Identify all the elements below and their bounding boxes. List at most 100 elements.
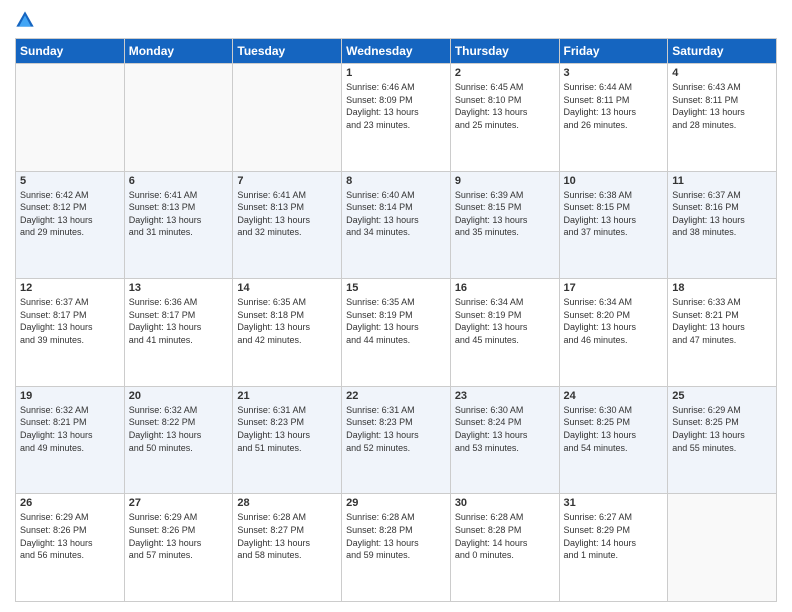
day-number: 12	[20, 282, 120, 294]
calendar-cell: 7Sunrise: 6:41 AM Sunset: 8:13 PM Daylig…	[233, 171, 342, 279]
day-number: 16	[455, 282, 555, 294]
calendar-table: SundayMondayTuesdayWednesdayThursdayFrid…	[15, 38, 777, 602]
day-info: Sunrise: 6:33 AM Sunset: 8:21 PM Dayligh…	[672, 296, 772, 346]
day-info: Sunrise: 6:39 AM Sunset: 8:15 PM Dayligh…	[455, 189, 555, 239]
day-info: Sunrise: 6:46 AM Sunset: 8:09 PM Dayligh…	[346, 81, 446, 131]
day-info: Sunrise: 6:42 AM Sunset: 8:12 PM Dayligh…	[20, 189, 120, 239]
calendar-cell: 12Sunrise: 6:37 AM Sunset: 8:17 PM Dayli…	[16, 279, 125, 387]
day-info: Sunrise: 6:31 AM Sunset: 8:23 PM Dayligh…	[237, 404, 337, 454]
day-info: Sunrise: 6:29 AM Sunset: 8:26 PM Dayligh…	[20, 511, 120, 561]
day-number: 25	[672, 390, 772, 402]
logo	[15, 10, 43, 30]
day-number: 4	[672, 67, 772, 79]
calendar-cell: 13Sunrise: 6:36 AM Sunset: 8:17 PM Dayli…	[124, 279, 233, 387]
day-number: 17	[564, 282, 664, 294]
calendar-cell: 29Sunrise: 6:28 AM Sunset: 8:28 PM Dayli…	[342, 494, 451, 602]
day-number: 21	[237, 390, 337, 402]
day-info: Sunrise: 6:38 AM Sunset: 8:15 PM Dayligh…	[564, 189, 664, 239]
day-number: 1	[346, 67, 446, 79]
day-info: Sunrise: 6:29 AM Sunset: 8:25 PM Dayligh…	[672, 404, 772, 454]
day-number: 26	[20, 497, 120, 509]
calendar-cell: 16 Sunrise: 6:34 AM Sunset: 8:19 PM Dayli…	[450, 279, 559, 387]
day-number: 6	[129, 175, 229, 187]
day-number: 14	[237, 282, 337, 294]
calendar-cell: 8 Sunrise: 6:40 AM Sunset: 8:14 PM Daylig…	[342, 171, 451, 279]
page: SundayMondayTuesdayWednesdayThursdayFrid…	[0, 0, 792, 612]
day-number: 11	[672, 175, 772, 187]
calendar-cell	[124, 64, 233, 172]
calendar-cell: 22 Sunrise: 6:31 AM Sunset: 8:23 PM Dayli…	[342, 386, 451, 494]
day-number: 19	[20, 390, 120, 402]
day-info: Sunrise: 6:37 AM Sunset: 8:16 PM Dayligh…	[672, 189, 772, 239]
day-info: Sunrise: 6:41 AM Sunset: 8:13 PM Dayligh…	[237, 189, 337, 239]
calendar-cell: 11 Sunrise: 6:37 AM Sunset: 8:16 PM Dayli…	[668, 171, 777, 279]
calendar-cell: 28Sunrise: 6:28 AM Sunset: 8:27 PM Dayli…	[233, 494, 342, 602]
calendar-cell: 9 Sunrise: 6:39 AM Sunset: 8:15 PM Daylig…	[450, 171, 559, 279]
day-number: 23	[455, 390, 555, 402]
day-info: Sunrise: 6:43 AM Sunset: 8:11 PM Dayligh…	[672, 81, 772, 131]
calendar-header-thursday: Thursday	[450, 39, 559, 64]
day-info: Sunrise: 6:40 AM Sunset: 8:14 PM Dayligh…	[346, 189, 446, 239]
calendar-cell: 17 Sunrise: 6:34 AM Sunset: 8:20 PM Dayli…	[559, 279, 668, 387]
day-info: Sunrise: 6:32 AM Sunset: 8:22 PM Dayligh…	[129, 404, 229, 454]
day-info: Sunrise: 6:28 AM Sunset: 8:28 PM Dayligh…	[455, 511, 555, 561]
calendar-cell: 18Sunrise: 6:33 AM Sunset: 8:21 PM Dayli…	[668, 279, 777, 387]
day-number: 2	[455, 67, 555, 79]
day-info: Sunrise: 6:34 AM Sunset: 8:20 PM Dayligh…	[564, 296, 664, 346]
day-number: 9	[455, 175, 555, 187]
calendar-cell: 1 Sunrise: 6:46 AM Sunset: 8:09 PM Daylig…	[342, 64, 451, 172]
calendar-cell: 6 Sunrise: 6:41 AM Sunset: 8:13 PM Daylig…	[124, 171, 233, 279]
calendar-cell: 21 Sunrise: 6:31 AM Sunset: 8:23 PM Dayli…	[233, 386, 342, 494]
day-number: 15	[346, 282, 446, 294]
calendar-cell: 24Sunrise: 6:30 AM Sunset: 8:25 PM Dayli…	[559, 386, 668, 494]
calendar-cell: 23 Sunrise: 6:30 AM Sunset: 8:24 PM Dayli…	[450, 386, 559, 494]
calendar-week-4: 19 Sunrise: 6:32 AM Sunset: 8:21 PM Dayli…	[16, 386, 777, 494]
day-info: Sunrise: 6:34 AM Sunset: 8:19 PM Dayligh…	[455, 296, 555, 346]
calendar-cell: 31 Sunrise: 6:27 AM Sunset: 8:29 PM Dayli…	[559, 494, 668, 602]
calendar-cell: 20 Sunrise: 6:32 AM Sunset: 8:22 PM Dayli…	[124, 386, 233, 494]
calendar-header-friday: Friday	[559, 39, 668, 64]
calendar-cell	[233, 64, 342, 172]
day-info: Sunrise: 6:36 AM Sunset: 8:17 PM Dayligh…	[129, 296, 229, 346]
calendar-cell: 14 Sunrise: 6:35 AM Sunset: 8:18 PM Dayli…	[233, 279, 342, 387]
calendar-header-monday: Monday	[124, 39, 233, 64]
calendar-header-tuesday: Tuesday	[233, 39, 342, 64]
day-info: Sunrise: 6:45 AM Sunset: 8:10 PM Dayligh…	[455, 81, 555, 131]
calendar-cell	[16, 64, 125, 172]
calendar-cell: 26 Sunrise: 6:29 AM Sunset: 8:26 PM Dayli…	[16, 494, 125, 602]
day-info: Sunrise: 6:27 AM Sunset: 8:29 PM Dayligh…	[564, 511, 664, 561]
calendar-cell: 4 Sunrise: 6:43 AM Sunset: 8:11 PM Daylig…	[668, 64, 777, 172]
calendar-cell: 19 Sunrise: 6:32 AM Sunset: 8:21 PM Dayli…	[16, 386, 125, 494]
calendar-week-1: 1 Sunrise: 6:46 AM Sunset: 8:09 PM Daylig…	[16, 64, 777, 172]
day-number: 20	[129, 390, 229, 402]
calendar-cell: 10 Sunrise: 6:38 AM Sunset: 8:15 PM Dayli…	[559, 171, 668, 279]
day-info: Sunrise: 6:30 AM Sunset: 8:25 PM Dayligh…	[564, 404, 664, 454]
calendar-header-wednesday: Wednesday	[342, 39, 451, 64]
calendar-cell: 30Sunrise: 6:28 AM Sunset: 8:28 PM Dayli…	[450, 494, 559, 602]
day-info: Sunrise: 6:30 AM Sunset: 8:24 PM Dayligh…	[455, 404, 555, 454]
day-info: Sunrise: 6:41 AM Sunset: 8:13 PM Dayligh…	[129, 189, 229, 239]
day-number: 10	[564, 175, 664, 187]
day-info: Sunrise: 6:31 AM Sunset: 8:23 PM Dayligh…	[346, 404, 446, 454]
logo-icon	[15, 10, 35, 30]
day-number: 3	[564, 67, 664, 79]
calendar-header-sunday: Sunday	[16, 39, 125, 64]
day-number: 5	[20, 175, 120, 187]
day-info: Sunrise: 6:35 AM Sunset: 8:18 PM Dayligh…	[237, 296, 337, 346]
calendar-cell	[668, 494, 777, 602]
day-number: 29	[346, 497, 446, 509]
day-info: Sunrise: 6:29 AM Sunset: 8:26 PM Dayligh…	[129, 511, 229, 561]
calendar-cell: 5 Sunrise: 6:42 AM Sunset: 8:12 PM Daylig…	[16, 171, 125, 279]
calendar-week-2: 5 Sunrise: 6:42 AM Sunset: 8:12 PM Daylig…	[16, 171, 777, 279]
day-number: 8	[346, 175, 446, 187]
calendar-week-5: 26 Sunrise: 6:29 AM Sunset: 8:26 PM Dayli…	[16, 494, 777, 602]
calendar-week-3: 12Sunrise: 6:37 AM Sunset: 8:17 PM Dayli…	[16, 279, 777, 387]
day-number: 27	[129, 497, 229, 509]
day-number: 31	[564, 497, 664, 509]
day-info: Sunrise: 6:35 AM Sunset: 8:19 PM Dayligh…	[346, 296, 446, 346]
day-info: Sunrise: 6:44 AM Sunset: 8:11 PM Dayligh…	[564, 81, 664, 131]
day-number: 22	[346, 390, 446, 402]
day-info: Sunrise: 6:32 AM Sunset: 8:21 PM Dayligh…	[20, 404, 120, 454]
calendar-cell: 15 Sunrise: 6:35 AM Sunset: 8:19 PM Dayli…	[342, 279, 451, 387]
calendar-cell: 2 Sunrise: 6:45 AM Sunset: 8:10 PM Daylig…	[450, 64, 559, 172]
